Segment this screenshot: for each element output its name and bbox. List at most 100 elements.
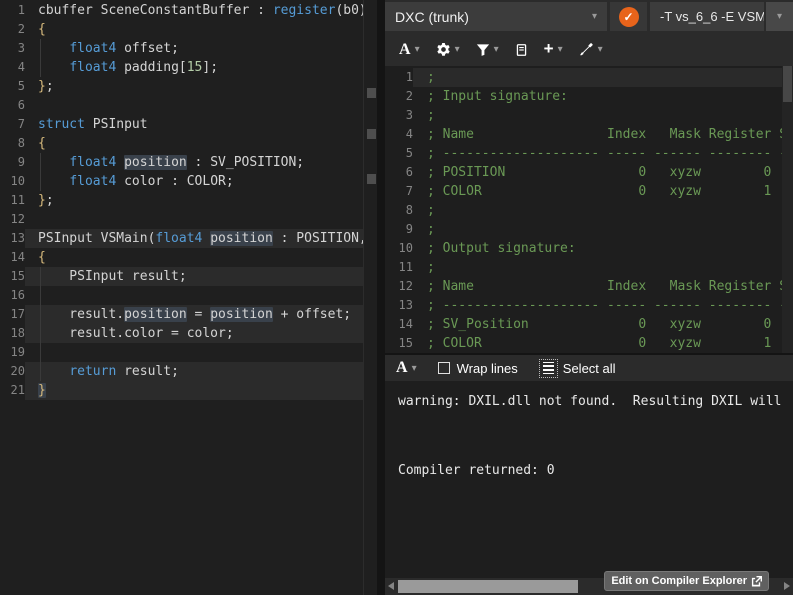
code-line[interactable]: 10 float4 color : COLOR; [0,172,377,191]
libraries-button[interactable] [507,39,536,61]
asm-line[interactable]: 12; Name Index Mask Register Sys [385,277,793,296]
chevron-down-icon: ▾ [494,44,499,55]
ruler-marker [367,174,376,184]
code-line[interactable]: 1cbuffer SceneConstantBuffer : register(… [0,1,377,20]
asm-line[interactable]: 9; [385,220,793,239]
line-number: 14 [0,248,25,267]
settings-glyph [436,42,451,57]
add-pane-glyph: + [544,39,554,58]
code-line[interactable]: 11}; [0,191,377,210]
asm-text: ; Name Index Mask Register Sys [413,125,782,144]
overview-ruler[interactable] [363,0,377,595]
code-line[interactable]: 17 result.position = position + offset; [0,305,377,324]
line-number: 8 [0,134,25,153]
scroll-right-arrow-icon[interactable] [784,582,790,590]
code-line[interactable]: 6 [0,96,377,115]
compiler-picker[interactable]: DXC (trunk) ▾ [385,2,607,31]
code-text [25,286,363,305]
pane-splitter-vertical[interactable] [377,0,385,595]
output-font-size-button[interactable]: A ▾ [394,358,419,378]
code-text: float4 color : COLOR; [25,172,363,191]
tools-button[interactable]: ▾ [571,38,611,61]
asm-line[interactable]: 2; Input signature: [385,87,793,106]
compile-status-button[interactable]: ✓ [610,2,647,31]
filter-button[interactable]: ▾ [468,39,507,61]
code-line[interactable]: 16 [0,286,377,305]
horizontal-scrollbar-thumb[interactable] [398,580,578,593]
font-size-button[interactable]: A▾ [391,37,428,63]
font-size-icon: A [396,360,408,376]
code-line[interactable]: 15 PSInput result; [0,267,377,286]
token: (b0) [335,3,363,18]
settings-button[interactable]: ▾ [428,38,468,61]
asm-line[interactable]: 3; [385,106,793,125]
asm-line[interactable]: 8; [385,201,793,220]
stdout-line: Compiler returned: 0 [398,459,793,482]
compiler-options-input[interactable]: -T vs_6_6 -E VSM [650,2,764,31]
code-line[interactable]: 7struct PSInput [0,115,377,134]
asm-vertical-scrollbar[interactable] [782,66,793,353]
wrap-lines-checkbox[interactable] [438,362,450,374]
asm-scrollbar-thumb[interactable] [783,66,792,102]
asm-line[interactable]: 5; -------------------- ----- ------ ---… [385,144,793,163]
asm-line[interactable]: 15; COLOR 0 xyzw 1 [385,334,793,353]
asm-line[interactable]: 11; [385,258,793,277]
token: 15 [187,60,203,75]
select-all-icon[interactable] [541,361,556,376]
source-code-lines[interactable]: 1cbuffer SceneConstantBuffer : register(… [0,0,377,400]
token: : POSITION, [273,231,363,246]
line-number: 15 [385,334,413,353]
asm-line[interactable]: 6; POSITION 0 xyzw 0 [385,163,793,182]
code-line[interactable]: 20 return result; [0,362,377,381]
edit-on-compiler-explorer-link[interactable]: Edit on Compiler Explorer [604,571,769,591]
scroll-left-arrow-icon[interactable] [388,582,394,590]
asm-text: ; Output signature: [413,239,782,258]
bar [543,369,554,371]
code-line[interactable]: 9 float4 position : SV_POSITION; [0,153,377,172]
code-text: } [25,381,363,400]
code-line[interactable]: 14{ [0,248,377,267]
code-line[interactable]: 4 float4 padding[15]; [0,58,377,77]
code-line[interactable]: 18 result.color = color; [0,324,377,343]
code-line[interactable]: 8{ [0,134,377,153]
indent-guide [40,286,41,305]
token: + offset; [273,307,351,322]
code-text: result.color = color; [25,324,363,343]
chevron-down-icon: ▾ [412,363,417,374]
code-line[interactable]: 12 [0,210,377,229]
line-number: 10 [0,172,25,191]
bar [543,365,554,367]
line-number: 8 [385,201,413,220]
asm-line[interactable]: 13; -------------------- ----- ------ --… [385,296,793,315]
options-dropdown-button[interactable]: ▾ [766,2,793,31]
code-line[interactable]: 13PSInput VSMain(float4 position : POSIT… [0,229,377,248]
token: padding[ [116,60,186,75]
asm-line[interactable]: 14; SV_Position 0 xyzw 0 [385,315,793,334]
code-text: result.position = position + offset; [25,305,363,324]
asm-line[interactable]: 4; Name Index Mask Register Sys [385,125,793,144]
token [38,155,69,170]
code-line[interactable]: 19 [0,343,377,362]
code-line[interactable]: 21} [0,381,377,400]
asm-lines[interactable]: 1;2; Input signature:3;4; Name Index Mas… [385,66,793,353]
asm-line[interactable]: 1; [385,68,793,87]
asm-text: ; SV_Position 0 xyzw 0 [413,315,782,334]
chevron-down-icon: ▾ [558,44,563,55]
indent-guide [40,153,41,172]
asm-output-editor[interactable]: 1;2; Input signature:3;4; Name Index Mas… [385,66,793,353]
token: float4 [155,231,202,246]
add-pane-button[interactable]: +▾ [536,37,571,63]
indent-guide [40,58,41,77]
token [38,41,69,56]
token: register [273,3,336,18]
source-editor[interactable]: 1cbuffer SceneConstantBuffer : register(… [0,0,377,595]
code-line[interactable]: 3 float4 offset; [0,39,377,58]
asm-text: ; -------------------- ----- ------ ----… [413,296,782,315]
asm-line[interactable]: 7; COLOR 0 xyzw 1 [385,182,793,201]
code-line[interactable]: 2{ [0,20,377,39]
code-line[interactable]: 5}; [0,77,377,96]
select-all-label[interactable]: Select all [563,361,616,376]
asm-text: ; COLOR 0 xyzw 1 [413,182,782,201]
compiler-stdout[interactable]: warning: DXIL.dll not found. Resulting D… [385,381,793,578]
asm-line[interactable]: 10; Output signature: [385,239,793,258]
